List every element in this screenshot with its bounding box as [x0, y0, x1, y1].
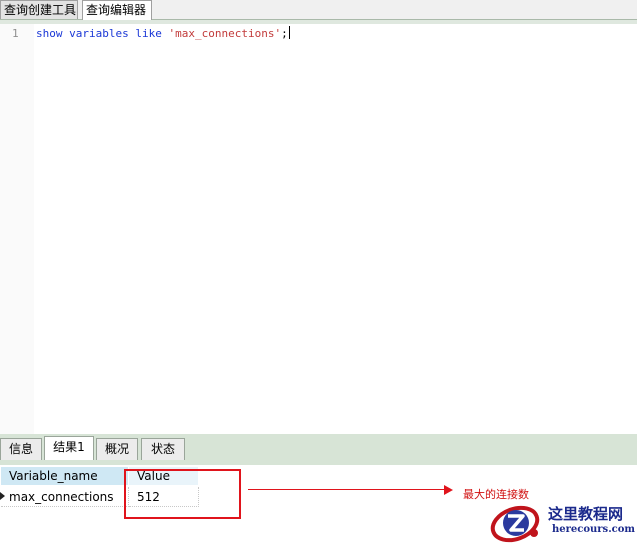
- tab-result-1[interactable]: 结果1: [44, 436, 94, 461]
- watermark-logo: 这里教程网 herecours.com: [490, 500, 637, 544]
- column-header-variable-name[interactable]: Variable_name: [1, 467, 129, 485]
- text-caret: [288, 26, 290, 39]
- result-tab-bar: 信息 结果1 概况 状态: [0, 434, 637, 461]
- keyword-variables: variables: [69, 27, 129, 40]
- sql-editor[interactable]: 1 show variables like 'max_connections';: [0, 24, 637, 434]
- line-number: 1: [12, 27, 19, 40]
- line-number-gutter: 1: [0, 24, 34, 434]
- watermark-title: 这里教程网: [548, 505, 624, 523]
- sql-code-line[interactable]: show variables like 'max_connections';: [36, 26, 290, 42]
- editor-tab-bar: 查询创建工具 查询编辑器: [0, 0, 637, 21]
- string-literal: 'max_connections': [168, 27, 282, 40]
- cell-variable-name[interactable]: max_connections: [1, 487, 129, 507]
- arrow-right-icon: [444, 485, 453, 495]
- tab-status[interactable]: 状态: [141, 438, 185, 460]
- watermark-subtitle: herecours.com: [552, 524, 636, 535]
- annotation-arrow-line: [248, 489, 445, 490]
- highlight-box: [124, 469, 241, 519]
- tab-info[interactable]: 信息: [0, 438, 42, 460]
- tab-query-builder[interactable]: 查询创建工具: [0, 0, 78, 19]
- keyword-show: show: [36, 27, 63, 40]
- logo-emblem-icon: [490, 505, 540, 543]
- keyword-like: like: [135, 27, 162, 40]
- tab-profile[interactable]: 概况: [96, 438, 138, 460]
- statement-terminator: ;: [281, 27, 288, 40]
- tab-query-editor[interactable]: 查询编辑器: [82, 0, 152, 21]
